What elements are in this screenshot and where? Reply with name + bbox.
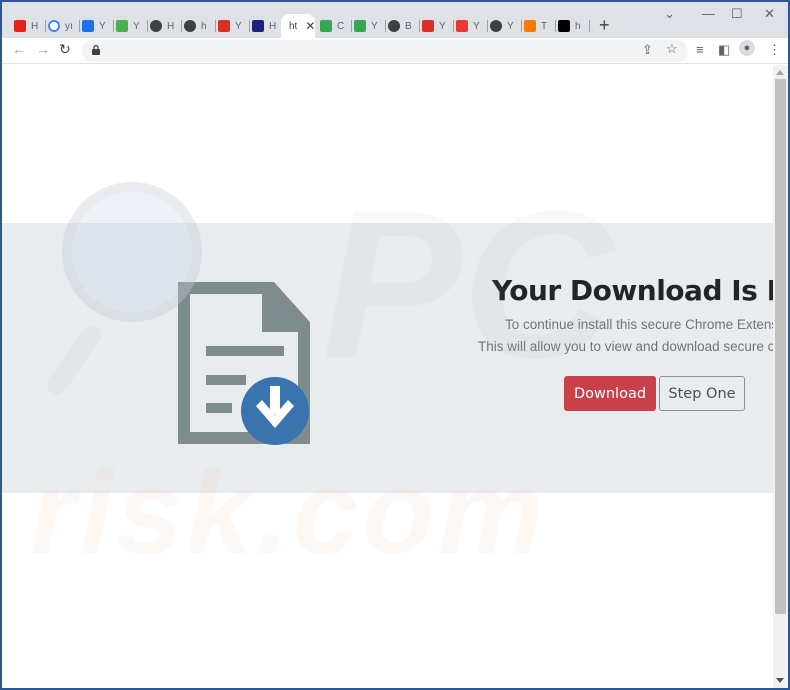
- tab-title: yı: [65, 20, 73, 32]
- play-icon: [354, 20, 366, 32]
- browser-tab[interactable]: Y: [422, 14, 454, 38]
- tab-separator: [181, 20, 182, 32]
- browser-tab[interactable]: Y: [116, 14, 148, 38]
- page-headline: Your Download Is Ready: [492, 274, 773, 307]
- browser-tab[interactable]: T: [524, 14, 556, 38]
- tab-title: H: [31, 20, 39, 32]
- tab-strip: Hyı Y Y Hh Y Hht ✕ C Y B Y Y Y Th + ⌄ — ☐ ✕: [2, 2, 788, 38]
- document-download-icon: [178, 282, 310, 445]
- globe-icon: [184, 20, 196, 32]
- tab-separator: [79, 20, 80, 32]
- tab-title: Y: [473, 20, 480, 32]
- orange-wave-icon: [524, 20, 536, 32]
- tab-search-icon[interactable]: ⌄: [664, 6, 675, 22]
- tab-title: B: [405, 20, 412, 32]
- browser-tab[interactable]: ht ✕: [281, 14, 315, 38]
- profile-avatar-icon[interactable]: ●: [739, 40, 755, 56]
- green-download-icon: [116, 20, 128, 32]
- ch-icon: [558, 20, 570, 32]
- globe-icon: [490, 20, 502, 32]
- browser-tab[interactable]: Y: [490, 14, 522, 38]
- tab-separator: [589, 20, 590, 32]
- browser-tab[interactable]: H: [14, 14, 46, 38]
- tab-title: Y: [439, 20, 446, 32]
- vertical-scrollbar[interactable]: [773, 65, 788, 688]
- tv-icon: [252, 20, 264, 32]
- tab-title: H: [167, 20, 175, 32]
- tab-title: Y: [235, 20, 242, 32]
- lock-icon: [92, 45, 100, 55]
- scroll-down-arrow-icon[interactable]: [776, 678, 784, 683]
- lead-text-1: To continue install this secure Chrome E…: [505, 317, 773, 332]
- scroll-thumb[interactable]: [775, 79, 786, 614]
- scroll-up-arrow-icon[interactable]: [776, 70, 784, 75]
- cloud-download-icon: [82, 20, 94, 32]
- globe-icon: [388, 20, 400, 32]
- close-window-button[interactable]: ✕: [764, 6, 775, 22]
- tab-title: Y: [371, 20, 378, 32]
- tab-separator: [113, 20, 114, 32]
- browser-tab[interactable]: H: [150, 14, 182, 38]
- tab-separator: [487, 20, 488, 32]
- browser-tab[interactable]: B: [388, 14, 420, 38]
- browser-tab[interactable]: Y: [218, 14, 250, 38]
- tab-title: h: [575, 20, 581, 32]
- tab-separator: [45, 20, 46, 32]
- red-download-icon: [422, 20, 434, 32]
- forward-button[interactable]: →: [36, 41, 50, 57]
- tab-separator: [147, 20, 148, 32]
- tab-title: Y: [99, 20, 106, 32]
- browser-tab[interactable]: h: [558, 14, 590, 38]
- browser-tab[interactable]: h: [184, 14, 216, 38]
- tab-separator: [419, 20, 420, 32]
- tab-separator: [351, 20, 352, 32]
- green-cloud-icon: [320, 20, 332, 32]
- new-tab-button[interactable]: +: [599, 14, 610, 36]
- tab-separator: [385, 20, 386, 32]
- close-tab-icon[interactable]: ✕: [305, 19, 315, 33]
- step-one-button[interactable]: Step One: [659, 376, 745, 411]
- maximize-button[interactable]: ☐: [731, 6, 743, 22]
- browser-window: Hyı Y Y Hh Y Hht ✕ C Y B Y Y Y Th + ⌄ — ☐ ✕ ← → ↻ ⇪ ☆…: [2, 2, 788, 688]
- tab-title: h: [201, 20, 207, 32]
- browser-tab[interactable]: C: [320, 14, 352, 38]
- reload-button[interactable]: ↻: [59, 41, 71, 58]
- tab-separator: [249, 20, 250, 32]
- tab-separator: [453, 20, 454, 32]
- tab-title: H: [269, 20, 277, 32]
- lead-text-2: This will allow you to view and download…: [478, 339, 773, 354]
- bookmark-star-icon[interactable]: ☆: [666, 41, 678, 57]
- share-icon[interactable]: ⇪: [642, 42, 653, 58]
- youtube-icon: [14, 20, 26, 32]
- tab-title: T: [541, 20, 548, 32]
- browser-tab[interactable]: yı: [48, 14, 80, 38]
- tab-title: ht: [289, 20, 298, 32]
- side-panel-icon[interactable]: ◧: [718, 42, 730, 58]
- address-bar[interactable]: ⇪ ☆: [82, 40, 688, 62]
- tab-title: C: [337, 20, 345, 32]
- toolbar: ← → ↻ ⇪ ☆ ≡ ◧ ● ⋮: [2, 38, 788, 64]
- tab-separator: [521, 20, 522, 32]
- browser-tab[interactable]: Y: [456, 14, 488, 38]
- browser-tab[interactable]: H: [252, 14, 284, 38]
- media-control-icon[interactable]: ≡: [696, 42, 704, 57]
- browser-tab[interactable]: Y: [354, 14, 386, 38]
- tab-separator: [555, 20, 556, 32]
- 4k-icon: [456, 20, 468, 32]
- tab-title: Y: [133, 20, 140, 32]
- hero-band: [2, 223, 773, 493]
- tab-separator: [215, 20, 216, 32]
- menu-kebab-icon[interactable]: ⋮: [768, 42, 781, 58]
- page-content: Your Download Is Ready To continue insta…: [2, 65, 773, 688]
- minimize-button[interactable]: —: [702, 6, 715, 21]
- tab-title: Y: [507, 20, 514, 32]
- back-button[interactable]: ←: [12, 41, 26, 57]
- soundwave-icon: [218, 20, 230, 32]
- google-icon: [48, 20, 60, 32]
- browser-tab[interactable]: Y: [82, 14, 114, 38]
- globe-icon: [150, 20, 162, 32]
- download-button[interactable]: Download: [564, 376, 656, 411]
